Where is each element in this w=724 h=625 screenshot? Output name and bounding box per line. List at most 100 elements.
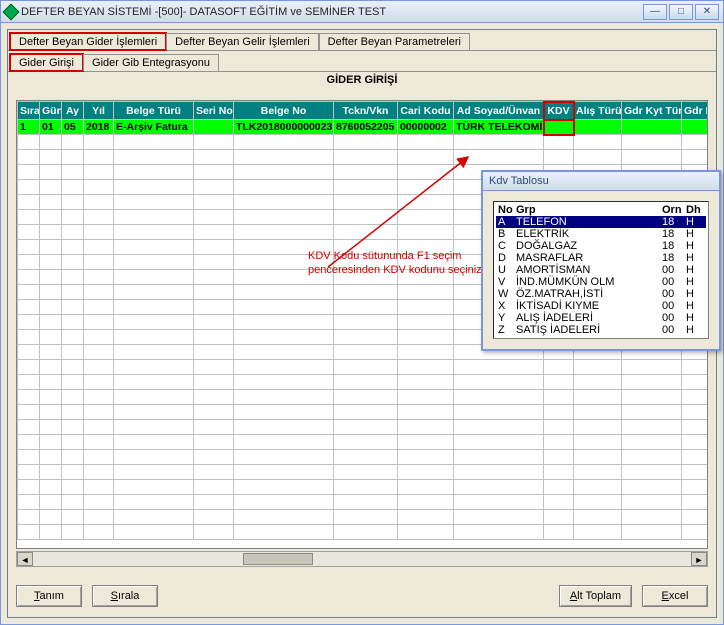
table-cell[interactable] xyxy=(334,240,398,255)
table-cell[interactable] xyxy=(114,390,194,405)
table-cell[interactable] xyxy=(398,315,454,330)
table-cell[interactable] xyxy=(84,420,114,435)
table-cell[interactable] xyxy=(40,495,62,510)
table-cell[interactable] xyxy=(114,420,194,435)
table-cell[interactable] xyxy=(194,300,234,315)
table-cell[interactable] xyxy=(234,510,334,525)
table-cell[interactable] xyxy=(62,405,84,420)
tab-sub-1[interactable]: Gider Gib Entegrasyonu xyxy=(83,54,219,71)
table-cell[interactable] xyxy=(84,495,114,510)
col-header[interactable]: Yıl xyxy=(84,102,114,120)
table-cell[interactable] xyxy=(84,375,114,390)
table-cell[interactable] xyxy=(114,285,194,300)
table-cell[interactable] xyxy=(234,390,334,405)
table-row[interactable] xyxy=(18,510,709,525)
table-cell[interactable] xyxy=(18,435,40,450)
table-cell[interactable] xyxy=(194,240,234,255)
table-cell[interactable] xyxy=(18,195,40,210)
table-cell[interactable] xyxy=(334,345,398,360)
table-cell[interactable] xyxy=(398,165,454,180)
table-cell[interactable] xyxy=(334,420,398,435)
table-cell[interactable] xyxy=(682,465,709,480)
table-cell[interactable] xyxy=(574,375,622,390)
table-cell[interactable] xyxy=(622,510,682,525)
table-cell[interactable] xyxy=(544,450,574,465)
table-cell[interactable] xyxy=(454,135,544,150)
col-header[interactable]: Gdr Kyt Türü xyxy=(622,102,682,120)
table-cell[interactable] xyxy=(334,135,398,150)
table-cell[interactable] xyxy=(194,135,234,150)
table-cell[interactable] xyxy=(544,480,574,495)
table-cell[interactable] xyxy=(62,360,84,375)
table-cell[interactable] xyxy=(682,495,709,510)
table-cell[interactable] xyxy=(62,210,84,225)
table-cell[interactable] xyxy=(682,360,709,375)
table-cell[interactable] xyxy=(40,270,62,285)
table-cell[interactable] xyxy=(398,480,454,495)
table-cell[interactable] xyxy=(234,420,334,435)
table-cell[interactable] xyxy=(544,525,574,540)
table-cell[interactable] xyxy=(398,450,454,465)
table-cell[interactable] xyxy=(194,435,234,450)
table-cell[interactable] xyxy=(682,420,709,435)
table-cell[interactable] xyxy=(18,225,40,240)
tab-main-0[interactable]: Defter Beyan Gider İşlemleri xyxy=(10,33,166,50)
table-cell[interactable] xyxy=(40,255,62,270)
table-cell[interactable] xyxy=(398,495,454,510)
table-cell[interactable] xyxy=(62,390,84,405)
table-cell[interactable] xyxy=(334,495,398,510)
table-cell[interactable] xyxy=(114,180,194,195)
table-cell[interactable] xyxy=(114,315,194,330)
table-cell[interactable] xyxy=(334,270,398,285)
table-cell[interactable] xyxy=(334,210,398,225)
table-cell[interactable] xyxy=(62,480,84,495)
table-cell[interactable] xyxy=(62,345,84,360)
table-cell[interactable] xyxy=(62,165,84,180)
table-cell[interactable] xyxy=(84,525,114,540)
table-cell[interactable] xyxy=(114,510,194,525)
table-cell[interactable] xyxy=(334,360,398,375)
table-cell[interactable] xyxy=(454,450,544,465)
table-cell[interactable] xyxy=(622,375,682,390)
table-cell[interactable] xyxy=(114,495,194,510)
table-cell[interactable] xyxy=(334,180,398,195)
table-cell[interactable] xyxy=(18,270,40,285)
table-cell[interactable] xyxy=(40,345,62,360)
kdv-row[interactable]: CDOĞALGAZ18H xyxy=(496,240,706,252)
table-cell[interactable] xyxy=(622,120,682,135)
table-cell[interactable] xyxy=(544,510,574,525)
table-cell[interactable] xyxy=(114,300,194,315)
table-cell[interactable] xyxy=(234,270,334,285)
table-cell[interactable] xyxy=(194,255,234,270)
table-cell[interactable] xyxy=(574,525,622,540)
table-cell[interactable] xyxy=(114,465,194,480)
table-cell[interactable] xyxy=(40,300,62,315)
table-cell[interactable] xyxy=(334,375,398,390)
table-cell[interactable] xyxy=(114,225,194,240)
table-cell[interactable] xyxy=(234,300,334,315)
kdv-row[interactable]: ZSATIŞ İADELERİ00H xyxy=(496,324,706,336)
table-cell[interactable] xyxy=(18,525,40,540)
table-row[interactable] xyxy=(18,150,709,165)
table-row[interactable] xyxy=(18,360,709,375)
table-cell[interactable] xyxy=(114,405,194,420)
table-cell[interactable]: 05 xyxy=(62,120,84,135)
kdv-row[interactable]: YALIŞ İADELERİ00H xyxy=(496,312,706,324)
table-cell[interactable] xyxy=(622,495,682,510)
kdv-row[interactable]: WÖZ.MATRAH,İSTİ00H xyxy=(496,288,706,300)
table-cell[interactable] xyxy=(40,150,62,165)
table-cell[interactable] xyxy=(40,285,62,300)
table-cell[interactable] xyxy=(398,255,454,270)
table-cell[interactable] xyxy=(454,510,544,525)
table-cell[interactable] xyxy=(454,420,544,435)
table-cell[interactable] xyxy=(622,480,682,495)
table-cell[interactable] xyxy=(544,405,574,420)
table-cell[interactable] xyxy=(40,330,62,345)
col-header[interactable]: Ad Soyad/Ünvan xyxy=(454,102,544,120)
table-cell[interactable] xyxy=(62,135,84,150)
table-cell[interactable] xyxy=(398,465,454,480)
table-cell[interactable] xyxy=(334,285,398,300)
minimize-button[interactable]: — xyxy=(643,4,667,20)
table-cell[interactable] xyxy=(18,480,40,495)
scroll-left-button[interactable]: ◄ xyxy=(17,552,33,566)
